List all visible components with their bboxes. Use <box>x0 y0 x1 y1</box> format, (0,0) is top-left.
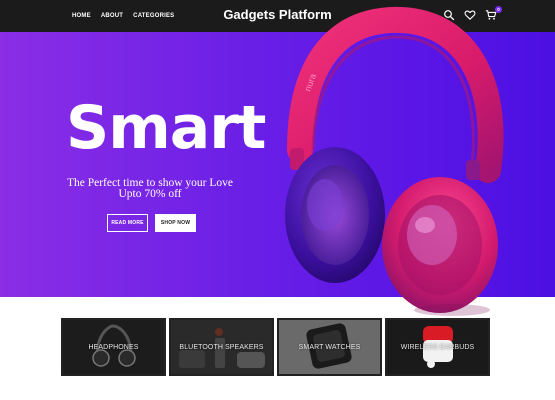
brand-logo-text[interactable]: Gadgets Platform <box>223 7 331 22</box>
category-label: HEADPHONES <box>88 344 139 351</box>
category-label: WIRELESS EARBUDS <box>400 344 475 351</box>
hero-subtitle: The Perfect time to show your Love Upto … <box>60 177 240 200</box>
nav-link-home[interactable]: HOME <box>72 13 91 19</box>
shop-now-button[interactable]: SHOP NOW <box>155 214 196 232</box>
heart-icon[interactable] <box>464 9 476 21</box>
read-more-button[interactable]: READ MORE <box>107 214 148 232</box>
nav-link-categories[interactable]: CATEGORIES <box>133 13 174 19</box>
search-icon[interactable] <box>443 9 455 21</box>
category-label: SMART WATCHES <box>298 344 361 351</box>
hero-banner: Smart The Perfect time to show your Love… <box>0 32 555 297</box>
nav-links: HOME ABOUT CATEGORIES <box>72 0 174 32</box>
category-tiles: HEADPHONES BLUETOOTH SPEAKERS SMART WATC… <box>61 318 490 376</box>
category-label: BLUETOOTH SPEAKERS <box>179 344 264 351</box>
cart-icon[interactable]: 0 <box>485 6 502 21</box>
category-tile-wireless-earbuds[interactable]: WIRELESS EARBUDS <box>385 318 490 376</box>
category-tile-headphones[interactable]: HEADPHONES <box>61 318 166 376</box>
hero-title: Smart <box>66 93 266 163</box>
category-tile-bluetooth-speakers[interactable]: BLUETOOTH SPEAKERS <box>169 318 274 376</box>
nav-icons: 0 <box>443 6 502 21</box>
hero-subtitle-line2: Upto 70% off <box>118 188 182 200</box>
category-tile-smart-watches[interactable]: SMART WATCHES <box>277 318 382 376</box>
nav-link-about[interactable]: ABOUT <box>101 13 123 19</box>
top-navbar: HOME ABOUT CATEGORIES Gadgets Platform 0 <box>0 0 555 32</box>
cart-count-badge: 0 <box>495 6 502 13</box>
